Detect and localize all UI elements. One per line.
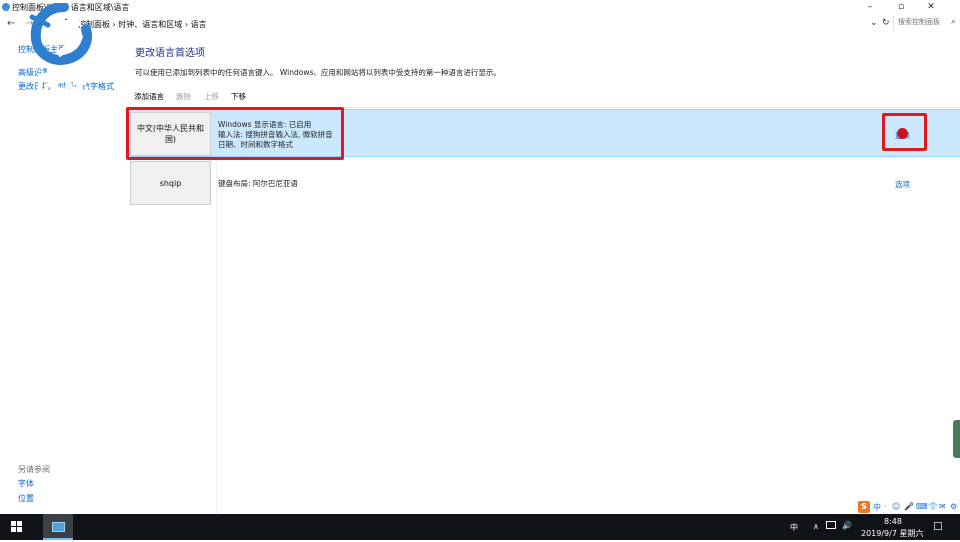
sogou-logo-icon[interactable]: S	[858, 501, 870, 513]
taskbar: 中 ∧ 🔊 8:48 2019/9/7 星期六 ☐	[0, 514, 960, 540]
network-icon[interactable]	[826, 521, 836, 529]
control-panel-icon	[52, 522, 65, 532]
location-link[interactable]: 位置	[18, 493, 34, 504]
clock-date[interactable]: 2019/9/7 星期六	[861, 528, 923, 539]
taskbar-app-control-panel[interactable]	[43, 514, 73, 540]
page-description: 可以使用已添加到列表中的任何语言键入。 Windows、应用和网站将以列表中受支…	[135, 68, 501, 77]
options-link[interactable]: 选项	[895, 179, 910, 190]
side-handle[interactable]	[953, 420, 960, 458]
fonts-link[interactable]: 字体	[18, 478, 34, 489]
chevron-down-icon[interactable]: ⌄	[870, 18, 878, 28]
emoji-icon[interactable]: ☺	[892, 502, 900, 511]
highlight-box	[126, 107, 344, 160]
skin-icon[interactable]: 👕	[928, 502, 938, 511]
keyboard-icon[interactable]: ⌨	[916, 502, 928, 511]
control-panel-icon	[2, 3, 10, 11]
mail-icon[interactable]: ✉	[939, 502, 946, 511]
left-pane: 控制面板主页 高级设置 更改日期、时间或数字格式 另请参阅 字体 位置	[0, 34, 125, 514]
punctuation-icon[interactable]: ·	[884, 502, 887, 511]
clock-time[interactable]: 8:48	[884, 517, 902, 526]
chevron-up-icon[interactable]: ∧	[813, 522, 819, 531]
title-bar: 控制面板\时钟、语言和区域\语言 – ▫ ✕	[0, 0, 960, 15]
language-info-line: 键盘布局: 阿尔巴尼亚语	[218, 179, 298, 188]
add-language-button[interactable]: 添加语言	[134, 91, 164, 102]
move-down-button[interactable]: 下移	[231, 91, 246, 102]
microphone-icon[interactable]: 🎤	[904, 502, 914, 511]
language-name-tile[interactable]: shqip	[130, 161, 211, 205]
ime-lang-toggle[interactable]: 中	[873, 502, 881, 513]
close-button[interactable]: ✕	[916, 0, 946, 15]
page-title: 更改语言首选项	[135, 48, 205, 59]
logo-text: 虎观	[36, 68, 88, 98]
search-box[interactable]: ⌕	[893, 16, 959, 31]
maximize-button[interactable]: ▫	[886, 0, 916, 15]
address-bar: ← → ↑ 控制面板 › 时钟、语言和区域 › 语言 ⌄ ↻	[0, 15, 960, 34]
ime-toolbar: S 中 · ☺ 🎤 ⌨ 👕 ✉ ⚙	[856, 501, 960, 514]
minimize-button[interactable]: –	[855, 0, 885, 15]
remove-button[interactable]: 删除	[176, 91, 191, 102]
start-button[interactable]	[0, 514, 34, 540]
volume-icon[interactable]: 🔊	[842, 521, 852, 530]
highlight-box	[882, 113, 927, 151]
back-button[interactable]: ←	[7, 18, 15, 30]
settings-icon[interactable]: ⚙	[950, 502, 957, 511]
notification-icon[interactable]: ☐	[933, 520, 943, 533]
refresh-icon[interactable]: ↻	[882, 18, 890, 28]
watermark-logo: 虎观	[28, 2, 100, 99]
search-icon: ⌕	[950, 17, 956, 27]
tray-ime-indicator[interactable]: 中	[790, 522, 798, 533]
move-up-button[interactable]: 上移	[204, 91, 219, 102]
language-row-albanian[interactable]: shqip 键盘布局: 阿尔巴尼亚语 选项	[126, 159, 960, 207]
see-also-heading: 另请参阅	[18, 465, 50, 474]
search-input[interactable]	[898, 18, 950, 26]
windows-logo-icon	[11, 521, 22, 532]
